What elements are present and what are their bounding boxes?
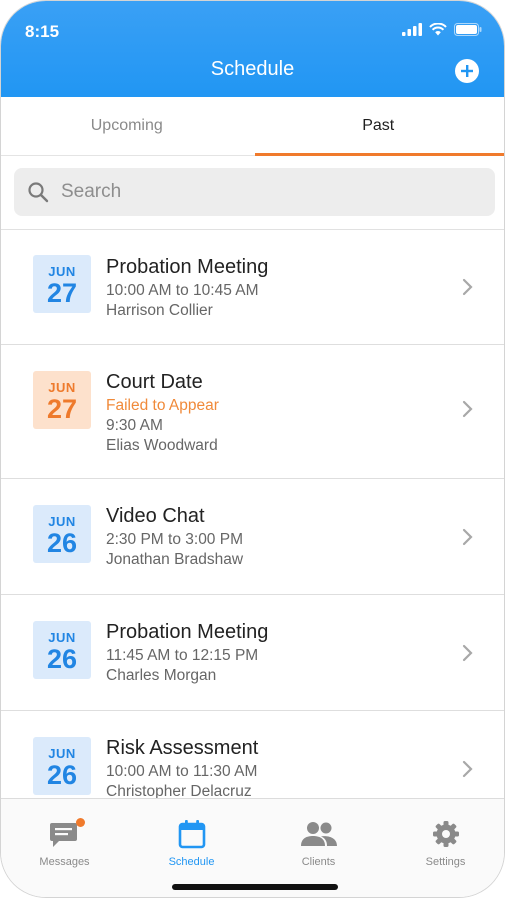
date-day: 26 (46, 528, 78, 558)
tabbar-label-settings: Settings (425, 856, 466, 868)
date-day: 27 (46, 394, 78, 424)
status-time: 8:15 (25, 22, 60, 41)
tabbar-item-settings[interactable]: Settings (382, 819, 504, 868)
segment-tabs: Upcoming Past (1, 97, 504, 156)
appointment-status: Failed to Appear (106, 397, 219, 414)
tabbar-item-schedule[interactable]: Schedule (128, 819, 255, 868)
date-day: 26 (46, 760, 78, 790)
search-input[interactable] (59, 180, 483, 204)
appointment-time: 10:00 AM to 10:45 AM (106, 282, 259, 299)
appointment-person: Harrison Collier (106, 302, 213, 319)
clients-icon (300, 822, 337, 846)
search-bar-container (1, 156, 504, 230)
status-icons (402, 23, 482, 36)
appointment-title: Probation Meeting (106, 256, 269, 278)
wifi-icon (429, 23, 447, 36)
date-badge: JUN 26 (33, 737, 91, 795)
date-day: 27 (46, 278, 78, 308)
appointment-row[interactable]: JUN 27 Probation Meeting 10:00 AM to 10:… (1, 230, 504, 345)
search-icon (28, 182, 49, 203)
date-month: JUN (48, 264, 76, 279)
gear-icon (432, 821, 459, 847)
appointment-title: Risk Assessment (106, 737, 259, 759)
chevron-right-icon (462, 528, 473, 546)
appointment-details: Court Date Failed to Appear 9:30 AM Elia… (106, 371, 219, 456)
appointment-time: 10:00 AM to 11:30 AM (106, 763, 258, 780)
battery-icon (454, 23, 482, 36)
appointment-row[interactable]: JUN 26 Video Chat 2:30 PM to 3:00 PM Jon… (1, 479, 504, 595)
appointment-title: Probation Meeting (106, 621, 269, 643)
appointment-time: 2:30 PM to 3:00 PM (106, 531, 243, 548)
appointment-person: Charles Morgan (106, 667, 217, 684)
appointment-details: Risk Assessment 10:00 AM to 11:30 AM Chr… (106, 737, 258, 802)
date-badge: JUN 27 (33, 371, 91, 429)
tabbar-label-clients: Clients (301, 856, 336, 868)
appointment-details: Probation Meeting 11:45 AM to 12:15 PM C… (106, 621, 268, 686)
notification-dot (76, 818, 85, 827)
calendar-icon (178, 820, 205, 849)
tab-upcoming[interactable]: Upcoming (1, 97, 253, 155)
appointment-person: Elias Woodward (106, 437, 218, 454)
date-month: JUN (48, 746, 76, 761)
appointment-row[interactable]: JUN 27 Court Date Failed to Appear 9:30 … (1, 345, 504, 479)
date-badge: JUN 26 (33, 505, 91, 563)
date-month: JUN (48, 630, 76, 645)
appointment-list: JUN 27 Probation Meeting 10:00 AM to 10:… (1, 230, 504, 826)
tabbar-item-messages[interactable]: Messages (1, 818, 128, 868)
appointment-title: Court Date (106, 371, 203, 393)
appointment-row[interactable]: JUN 26 Probation Meeting 11:45 AM to 12:… (1, 595, 504, 711)
chevron-right-icon (462, 760, 473, 778)
appointment-time: 9:30 AM (106, 417, 163, 434)
date-badge: JUN 26 (33, 621, 91, 679)
tab-past-label: Past (362, 117, 395, 134)
tab-upcoming-label: Upcoming (90, 117, 163, 134)
appointment-title: Video Chat (106, 505, 205, 527)
chevron-right-icon (462, 400, 473, 418)
app-header: 8:15 Schedule (1, 1, 504, 97)
date-month: JUN (48, 380, 76, 395)
bottom-tab-bar: Messages Schedule Clients Settings (1, 798, 504, 897)
date-badge: JUN 27 (33, 255, 91, 313)
tabbar-label-messages: Messages (39, 856, 90, 868)
home-indicator (172, 884, 338, 890)
appointment-details: Probation Meeting 10:00 AM to 10:45 AM H… (106, 256, 268, 321)
plus-icon (461, 65, 473, 77)
phone-frame: 8:15 Schedule Upcoming Past JUN 27 Prob (0, 0, 505, 898)
signal-icon (402, 23, 422, 36)
appointment-details: Video Chat 2:30 PM to 3:00 PM Jonathan B… (106, 505, 243, 570)
add-button[interactable] (455, 59, 479, 83)
chevron-right-icon (462, 278, 473, 296)
tabbar-item-clients[interactable]: Clients (255, 819, 382, 868)
appointment-time: 11:45 AM to 12:15 PM (106, 647, 259, 664)
date-day: 26 (46, 644, 78, 674)
tab-past[interactable]: Past (253, 97, 505, 155)
search-bar[interactable] (14, 168, 495, 216)
tabbar-label-schedule: Schedule (168, 856, 215, 868)
date-month: JUN (48, 514, 76, 529)
appointment-person: Jonathan Bradshaw (106, 551, 244, 568)
page-title: Schedule (210, 58, 295, 80)
chevron-right-icon (462, 644, 473, 662)
